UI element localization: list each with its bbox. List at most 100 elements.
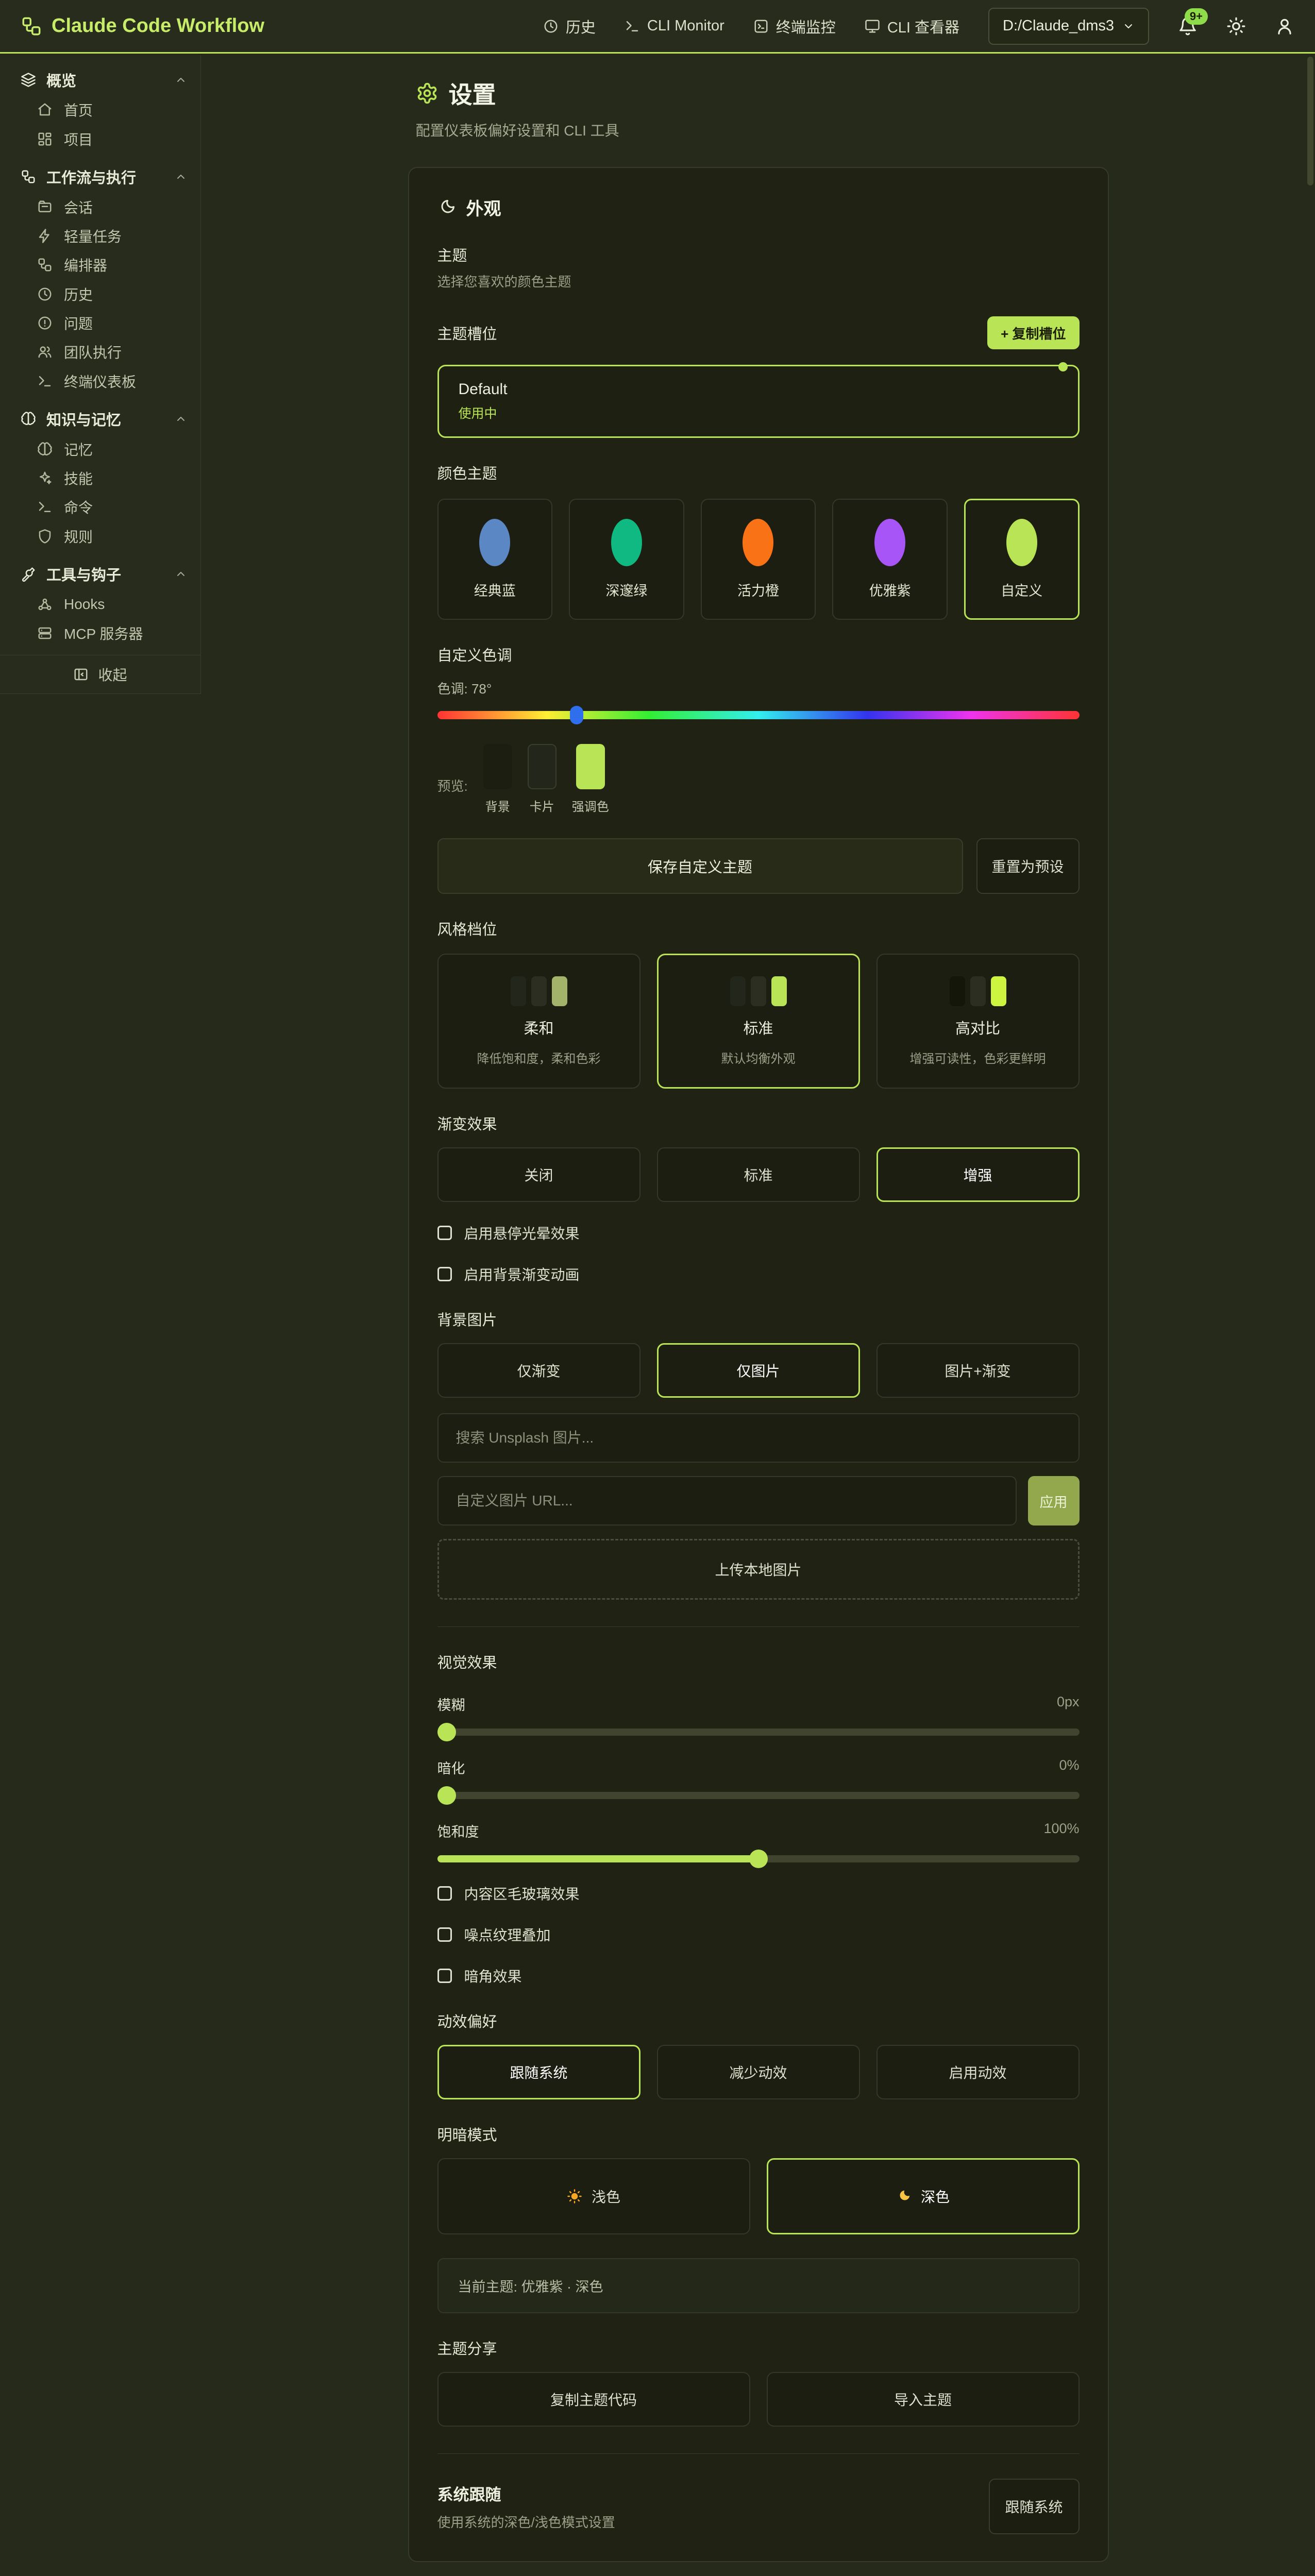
nav-terminal-monitor[interactable]: 终端监控 — [753, 15, 836, 37]
noise-texture-checkbox[interactable]: 噪点纹理叠加 — [437, 1924, 1080, 1945]
saturation-slider-thumb[interactable] — [749, 1850, 768, 1868]
theme-preview-row: 预览: 背景 卡片 强调色 — [437, 744, 1080, 815]
copy-theme-code-button[interactable]: 复制主题代码 — [437, 2372, 750, 2427]
sidebar-item-light-tasks[interactable]: 轻量任务 — [5, 222, 195, 250]
saturation-slider[interactable] — [437, 1855, 1080, 1862]
project-selector[interactable]: D:/Claude_dms3 — [988, 8, 1149, 45]
darken-slider[interactable] — [437, 1792, 1080, 1799]
checkbox[interactable] — [437, 1267, 452, 1281]
upload-local-image-button[interactable]: 上传本地图片 — [437, 1539, 1080, 1600]
mode-dark[interactable]: 深色 — [767, 2158, 1080, 2234]
palette-deep-green[interactable]: 深邃绿 — [569, 499, 684, 620]
darken-slider-thumb[interactable] — [437, 1786, 456, 1805]
sidebar-item-issues[interactable]: 问题 — [5, 309, 195, 337]
saturation-value: 100% — [1043, 1821, 1079, 1841]
nav-history[interactable]: 历史 — [543, 15, 596, 37]
bg-image-gradient[interactable]: 图片+渐变 — [876, 1343, 1080, 1398]
sidebar-item-mcp-servers[interactable]: MCP 服务器 — [5, 619, 195, 648]
scrollbar-thumb[interactable] — [1307, 57, 1313, 185]
palette-custom[interactable]: 自定义 — [964, 499, 1080, 620]
blur-slider[interactable] — [437, 1728, 1080, 1736]
follow-system-button[interactable]: 跟随系统 — [989, 2479, 1080, 2534]
moon-icon — [437, 198, 456, 217]
theme-toggle-sun-icon[interactable] — [1226, 16, 1246, 36]
copy-slot-button[interactable]: + 复制槽位 — [987, 316, 1079, 349]
sidebar-item-home[interactable]: 首页 — [5, 95, 195, 124]
gradient-standard[interactable]: 标准 — [657, 1147, 860, 1202]
page-subtitle: 配置仪表板偏好设置和 CLI 工具 — [416, 120, 1109, 140]
brain-icon — [21, 411, 36, 427]
hue-slider[interactable] — [437, 711, 1080, 719]
sidebar-section-knowledge[interactable]: 知识与记忆 — [0, 403, 200, 434]
reset-preset-button[interactable]: 重置为预设 — [976, 838, 1080, 894]
theme-desc: 选择您喜欢的颜色主题 — [437, 272, 1080, 291]
palette-classic-blue[interactable]: 经典蓝 — [437, 499, 553, 620]
mode-options: 浅色 深色 — [437, 2158, 1080, 2234]
sidebar-item-team-execution[interactable]: 团队执行 — [5, 337, 195, 366]
header-nav: 历史 CLI Monitor 终端监控 CLI 查看器 D:/Claude_dm… — [543, 8, 1294, 45]
bg-animation-checkbox[interactable]: 启用背景渐变动画 — [437, 1264, 1080, 1284]
sidebar-item-memory[interactable]: 记忆 — [5, 434, 195, 463]
checkbox[interactable] — [437, 1927, 452, 1942]
checkbox[interactable] — [437, 1969, 452, 1983]
checkbox[interactable] — [437, 1226, 452, 1240]
apply-url-button[interactable]: 应用 — [1028, 1476, 1080, 1526]
sidebar-item-rules[interactable]: 规则 — [5, 521, 195, 550]
sidebar-item-projects[interactable]: 项目 — [5, 125, 195, 154]
checkbox[interactable] — [437, 1886, 452, 1901]
sidebar-item-terminal-dashboard[interactable]: 终端仪表板 — [5, 366, 195, 395]
bg-image-only[interactable]: 仅图片 — [657, 1343, 860, 1398]
app-logo: Claude Code Workflow — [21, 15, 264, 37]
bg-image-options: 仅渐变 仅图片 图片+渐变 — [437, 1343, 1080, 1398]
slot-in-use-label: 使用中 — [459, 403, 1058, 422]
style-soft[interactable]: 柔和 降低饱和度，柔和色彩 — [437, 954, 640, 1089]
sidebar-item-commands[interactable]: 命令 — [5, 493, 195, 521]
theme-slot-default[interactable]: Default 使用中 — [437, 365, 1080, 438]
sidebar-section-workflow[interactable]: 工作流与执行 — [0, 161, 200, 192]
workflow-logo-icon — [21, 15, 42, 37]
palette-row: 经典蓝 深邃绿 活力橙 优雅紫 自定义 — [437, 499, 1080, 620]
terminal-icon — [37, 374, 53, 389]
import-theme-button[interactable]: 导入主题 — [767, 2372, 1080, 2427]
hue-slider-thumb[interactable] — [570, 706, 583, 724]
motion-follow-system[interactable]: 跟随系统 — [437, 2045, 640, 2099]
sidebar-item-hooks[interactable]: Hooks — [5, 589, 195, 618]
notifications-button[interactable]: 9+ — [1178, 16, 1198, 36]
gradient-off[interactable]: 关闭 — [437, 1147, 640, 1202]
preview-background: 背景 — [483, 744, 512, 815]
blur-slider-thumb[interactable] — [437, 1723, 456, 1741]
user-icon[interactable] — [1275, 16, 1294, 36]
sidebar-item-sessions[interactable]: 会话 — [5, 193, 195, 222]
sidebar-section-overview[interactable]: 概览 — [0, 64, 200, 95]
custom-image-url-input[interactable] — [437, 1476, 1017, 1526]
style-high-contrast[interactable]: 高对比 增强可读性，色彩更鲜明 — [876, 954, 1080, 1089]
motion-reduce[interactable]: 减少动效 — [657, 2045, 860, 2099]
sidebar-section-tools[interactable]: 工具与钩子 — [0, 558, 200, 589]
save-custom-theme-button[interactable]: 保存自定义主题 — [437, 838, 963, 894]
mode-light[interactable]: 浅色 — [437, 2158, 750, 2234]
gradient-options: 关闭 标准 增强 — [437, 1147, 1080, 1202]
sidebar-item-history[interactable]: 历史 — [5, 280, 195, 309]
clock-icon — [37, 286, 53, 302]
unsplash-search-input[interactable] — [437, 1413, 1080, 1463]
app-header: Claude Code Workflow 历史 CLI Monitor 终端监控… — [0, 0, 1315, 54]
palette-elegant-purple[interactable]: 优雅紫 — [832, 499, 948, 620]
server-icon — [37, 625, 53, 641]
frosted-glass-checkbox[interactable]: 内容区毛玻璃效果 — [437, 1883, 1080, 1904]
sidebar-item-orchestrator[interactable]: 编排器 — [5, 250, 195, 279]
style-standard[interactable]: 标准 默认均衡外观 — [657, 954, 860, 1089]
sidebar-collapse-button[interactable]: 收起 — [0, 655, 200, 693]
terminal-icon — [37, 499, 53, 515]
nav-cli-monitor[interactable]: CLI Monitor — [625, 18, 724, 35]
nav-cli-viewer[interactable]: CLI 查看器 — [865, 15, 959, 37]
hover-glow-checkbox[interactable]: 启用悬停光晕效果 — [437, 1223, 1080, 1243]
sidebar-item-skills[interactable]: 技能 — [5, 464, 195, 493]
terminal-icon — [625, 19, 640, 34]
bg-gradient-only[interactable]: 仅渐变 — [437, 1343, 640, 1398]
motion-enable[interactable]: 启用动效 — [876, 2045, 1080, 2099]
bg-image-label: 背景图片 — [437, 1308, 1080, 1330]
chevron-down-icon — [1122, 20, 1135, 32]
gradient-enhanced[interactable]: 增强 — [876, 1147, 1080, 1202]
palette-vibrant-orange[interactable]: 活力橙 — [701, 499, 816, 620]
vignette-checkbox[interactable]: 暗角效果 — [437, 1965, 1080, 1986]
